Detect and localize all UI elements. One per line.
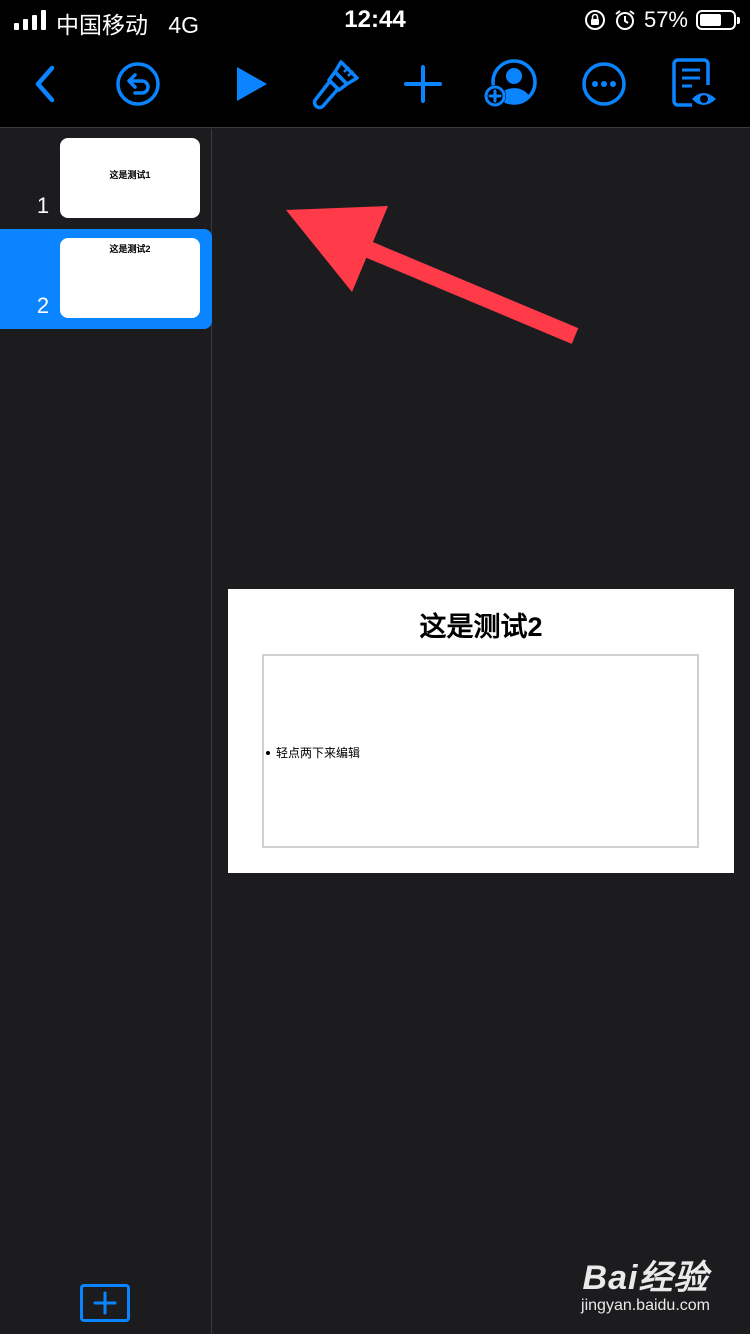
bullet-dot-icon (266, 750, 270, 755)
play-button[interactable] (221, 54, 281, 114)
collaborate-button[interactable] (480, 54, 540, 114)
current-slide[interactable]: 这是测试2 轻点两下来编辑 (228, 589, 734, 873)
add-slide-button[interactable] (80, 1284, 130, 1322)
slide-thumbnail[interactable]: 这是测试2 (60, 238, 200, 318)
body-placeholder: 轻点两下来编辑 (276, 746, 361, 760)
play-icon (237, 67, 267, 101)
slide-navigator-item-1[interactable]: 1 这是测试1 (0, 129, 212, 229)
back-icon (35, 65, 55, 103)
slide-title[interactable]: 这是测试2 (228, 605, 734, 644)
undo-button[interactable] (108, 54, 168, 114)
thumbnail-title: 这是测试1 (109, 170, 151, 180)
presenter-notes-icon (672, 58, 716, 107)
body-text-box[interactable]: 轻点两下来编辑 (262, 654, 699, 848)
slide-navigator: 1 这是测试1 2 这是测试2 (0, 129, 212, 1334)
watermark-url: jingyan.baidu.com (581, 1297, 710, 1314)
slide-navigator-item-2[interactable]: 2 这是测试2 (0, 229, 212, 329)
toolbar (0, 40, 750, 128)
add-icon (404, 65, 442, 103)
battery-icon (696, 10, 740, 30)
status-bar: 中国移动 4G 12:44 57% (0, 0, 750, 40)
format-button[interactable] (306, 54, 366, 114)
slide-number: 2 (36, 293, 50, 318)
keynote-screen: 中国移动 4G 12:44 57% 1 这是测试1 2 这是测试2 这是测试2 … (0, 0, 750, 1334)
insert-button[interactable] (393, 54, 453, 114)
alarm-icon (615, 10, 635, 30)
annotation-arrow-icon (286, 206, 579, 344)
slide-number: 1 (36, 193, 50, 218)
watermark: Bai经验 jingyan.baidu.com (581, 1250, 710, 1315)
back-button[interactable] (15, 54, 75, 114)
collaborate-icon (484, 59, 537, 107)
battery-percent: 57% (643, 7, 688, 32)
undo-icon (116, 62, 160, 106)
presenter-notes-button[interactable] (664, 54, 724, 114)
thumbnail-title: 这是测试2 (109, 244, 151, 254)
slide-thumbnail[interactable]: 这是测试1 (60, 138, 200, 218)
watermark-brand: Bai经验 (582, 1259, 709, 1297)
paintbrush-icon (312, 60, 359, 110)
add-slide-icon (93, 1291, 117, 1315)
more-button[interactable] (574, 54, 634, 114)
bullet-item: 轻点两下来编辑 (266, 744, 360, 761)
rotation-lock-icon (584, 10, 605, 30)
more-icon (582, 62, 626, 106)
